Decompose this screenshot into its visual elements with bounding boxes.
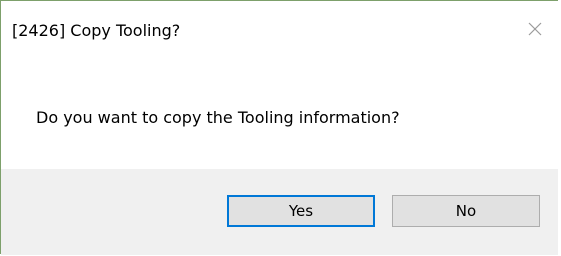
no-button[interactable]: No <box>392 195 540 227</box>
close-button[interactable] <box>516 11 554 49</box>
title-bar[interactable]: [2426] Copy Tooling? <box>1 1 558 63</box>
yes-button[interactable]: Yes <box>227 195 375 227</box>
dialog-content: Do you want to copy the Tooling informat… <box>1 63 558 163</box>
dialog-footer: Yes No <box>1 169 558 255</box>
copy-tooling-dialog: [2426] Copy Tooling? Do you want to copy… <box>0 0 558 255</box>
dialog-title: [2426] Copy Tooling? <box>12 21 181 40</box>
dialog-message: Do you want to copy the Tooling informat… <box>36 108 400 127</box>
close-icon <box>528 21 542 40</box>
